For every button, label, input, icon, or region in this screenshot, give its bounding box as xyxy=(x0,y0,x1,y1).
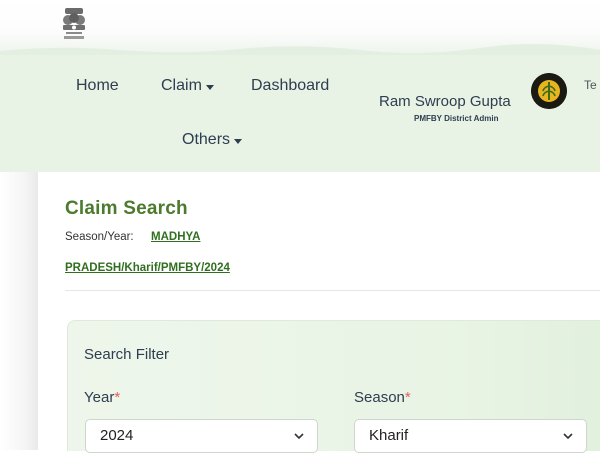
season-label: Season* xyxy=(354,389,411,406)
nav-item-others[interactable]: Others xyxy=(182,131,243,149)
year-label-text: Year xyxy=(84,389,115,406)
nav-item-home[interactable]: Home xyxy=(76,77,119,95)
year-select-value: 2024 xyxy=(100,427,134,444)
nav-item-label: Claim xyxy=(161,77,202,94)
nav-item-label: Home xyxy=(76,77,119,94)
season-label-text: Season xyxy=(354,389,405,406)
year-label: Year* xyxy=(84,389,120,406)
nav-item-dashboard[interactable]: Dashboard xyxy=(251,77,329,95)
main-nav xyxy=(0,55,600,173)
page-title: Claim Search xyxy=(65,198,188,219)
season-select[interactable]: Kharif xyxy=(354,419,587,453)
required-mark: * xyxy=(404,389,411,406)
nav-item-label: Others xyxy=(182,131,231,148)
season-year-link[interactable]: MADHYA xyxy=(151,231,200,243)
avatar[interactable] xyxy=(531,73,567,109)
sidebar-shadow xyxy=(0,172,38,450)
user-name: Ram Swroop Gupta xyxy=(379,93,511,110)
season-year-link-continued[interactable]: PRADESH/Kharif/PMFBY/2024 xyxy=(65,262,230,274)
required-mark: * xyxy=(114,389,121,406)
divider xyxy=(65,290,600,291)
chevron-down-icon xyxy=(294,433,304,440)
banner-decoration xyxy=(0,43,600,55)
chevron-down-icon xyxy=(234,138,243,144)
search-filter-title: Search Filter xyxy=(84,346,170,363)
wheat-logo-icon xyxy=(531,73,567,109)
nav-item-label: Dashboard xyxy=(251,77,330,94)
user-role: PMFBY District Admin xyxy=(414,114,499,123)
national-emblem-icon xyxy=(63,8,85,39)
language-toggle[interactable]: Te xyxy=(584,78,597,92)
season-year-label: Season/Year: xyxy=(65,231,134,243)
year-select[interactable]: 2024 xyxy=(85,419,318,453)
chevron-down-icon xyxy=(205,84,214,90)
top-banner xyxy=(0,0,600,55)
nav-item-claim[interactable]: Claim xyxy=(161,77,214,95)
chevron-down-icon xyxy=(563,433,573,440)
season-select-value: Kharif xyxy=(369,427,409,444)
